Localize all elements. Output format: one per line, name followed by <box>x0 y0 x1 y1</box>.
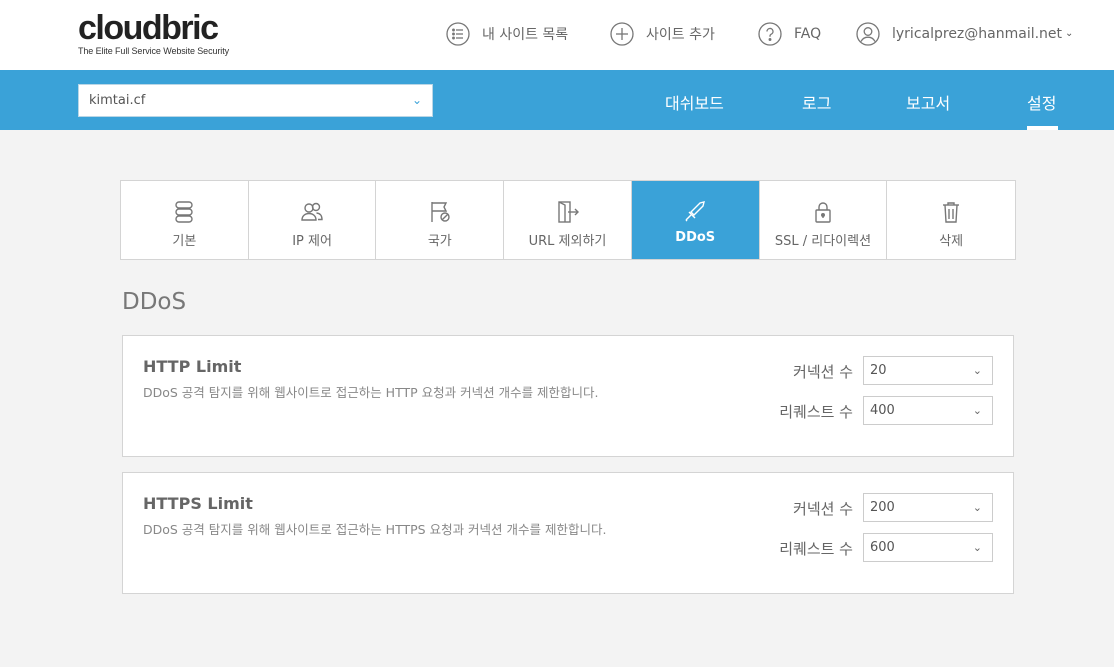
connections-label: 커넥션 수 <box>793 500 853 518</box>
list-icon <box>446 22 470 46</box>
tab-label: IP 제어 <box>292 234 332 249</box>
add-site-label: 사이트 추가 <box>646 27 715 43</box>
requests-label: 리퀘스트 수 <box>779 540 853 558</box>
panel-description: DDoS 공격 탐지를 위해 웹사이트로 접근하는 HTTP 요청과 커넥션 개… <box>143 385 599 400</box>
requests-value: 600 <box>870 540 895 555</box>
https-limit-panel: HTTPS Limit DDoS 공격 탐지를 위해 웹사이트로 접근하는 HT… <box>122 472 1014 594</box>
user-menu[interactable]: lyricalprez@hanmail.net ⌄ <box>856 20 1073 48</box>
tab-label: 국가 <box>427 234 452 249</box>
settings-tabs: 기본 IP 제어 국가 URL 제외하기 DDoS SSL / 리다이렉션 삭제 <box>120 180 1016 260</box>
exit-door-icon <box>555 199 581 225</box>
add-site-link[interactable]: 사이트 추가 <box>610 20 715 48</box>
connections-select[interactable]: 20 ⌄ <box>863 356 993 385</box>
requests-select[interactable]: 600 ⌄ <box>863 533 993 562</box>
panel-description: DDoS 공격 탐지를 위해 웹사이트로 접근하는 HTTPS 요청과 커넥션 … <box>143 522 607 537</box>
faq-link[interactable]: FAQ <box>758 20 821 48</box>
chevron-down-icon: ⌄ <box>972 501 982 514</box>
logo-wordmark: cloudbric <box>78 9 219 47</box>
tab-ssl-redirect[interactable]: SSL / 리다이렉션 <box>760 181 888 259</box>
sword-icon <box>682 199 708 225</box>
site-selector-value: kimtai.cf <box>89 93 146 108</box>
chevron-down-icon: ⌄ <box>972 404 982 417</box>
plus-circle-icon <box>610 22 634 46</box>
nav-report[interactable]: 보고서 <box>906 90 950 114</box>
main-nav-bar: kimtai.cf ⌄ 대쉬보드 로그 보고서 설정 <box>0 70 1114 130</box>
tab-label: URL 제외하기 <box>528 234 607 249</box>
tab-ddos[interactable]: DDoS <box>631 181 760 259</box>
http-limit-panel: HTTP Limit DDoS 공격 탐지를 위해 웹사이트로 접근하는 HTT… <box>122 335 1014 457</box>
database-icon <box>171 199 197 225</box>
tab-url-exclusion[interactable]: URL 제외하기 <box>504 181 632 259</box>
logo-tagline: The Elite Full Service Website Security <box>78 46 229 56</box>
panel-title: HTTPS Limit <box>143 494 253 513</box>
connections-select[interactable]: 200 ⌄ <box>863 493 993 522</box>
users-icon <box>299 199 325 225</box>
nav-settings[interactable]: 설정 <box>1027 90 1056 114</box>
lock-icon <box>810 199 836 225</box>
top-header: cloudbric The Elite Full Service Website… <box>0 0 1114 70</box>
tab-ip-control[interactable]: IP 제어 <box>249 181 377 259</box>
my-sites-link[interactable]: 내 사이트 목록 <box>446 20 568 48</box>
cloudbric-logo[interactable]: cloudbric The Elite Full Service Website… <box>78 9 229 56</box>
faq-label: FAQ <box>794 26 822 42</box>
site-selector[interactable]: kimtai.cf ⌄ <box>78 84 433 117</box>
tab-label: DDoS <box>675 230 716 245</box>
question-circle-icon <box>758 22 782 46</box>
chevron-down-icon: ⌄ <box>411 93 422 107</box>
user-icon <box>856 22 880 46</box>
user-email: lyricalprez@hanmail.net <box>892 26 1063 42</box>
flag-block-icon <box>427 199 453 225</box>
chevron-down-icon: ⌄ <box>972 364 982 377</box>
connections-value: 200 <box>870 500 895 515</box>
tab-basic[interactable]: 기본 <box>121 181 249 259</box>
tab-label: 삭제 <box>939 234 964 249</box>
requests-label: 리퀘스트 수 <box>779 403 853 421</box>
tab-label: 기본 <box>172 234 197 249</box>
requests-value: 400 <box>870 403 895 418</box>
connections-label: 커넥션 수 <box>793 363 853 381</box>
my-sites-label: 내 사이트 목록 <box>482 27 569 43</box>
tab-label: SSL / 리다이렉션 <box>774 234 872 249</box>
tab-country[interactable]: 국가 <box>376 181 505 259</box>
connections-value: 20 <box>870 363 887 378</box>
chevron-down-icon: ⌄ <box>972 541 982 554</box>
requests-select[interactable]: 400 ⌄ <box>863 396 993 425</box>
nav-log[interactable]: 로그 <box>802 90 831 114</box>
trash-icon <box>938 199 964 225</box>
nav-dashboard[interactable]: 대쉬보드 <box>665 90 724 114</box>
panel-title: HTTP Limit <box>143 357 242 376</box>
active-nav-indicator <box>1027 126 1058 130</box>
tab-delete[interactable]: 삭제 <box>887 181 1015 259</box>
section-title: DDoS <box>122 289 187 315</box>
chevron-down-icon: ⌄ <box>1065 27 1074 39</box>
